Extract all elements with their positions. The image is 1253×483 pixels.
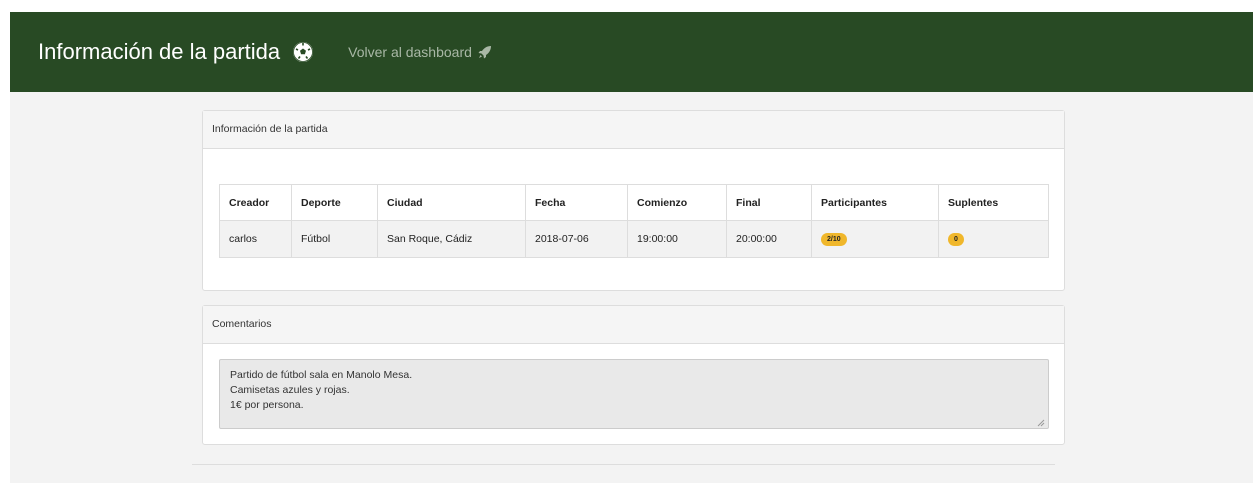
cell-final: 20:00:00	[726, 220, 812, 258]
cell-fecha: 2018-07-06	[525, 220, 628, 258]
comment-line: Partido de fútbol sala en Manolo Mesa.	[230, 369, 413, 381]
column-header-deporte: Deporte	[291, 184, 378, 221]
back-to-dashboard-label: Volver al dashboard	[348, 44, 472, 60]
comment-line: 1€ por persona.	[230, 399, 304, 411]
comments-panel: Comentarios Partido de fútbol sala en Ma…	[202, 305, 1065, 445]
comments-textarea[interactable]: Partido de fútbol sala en Manolo Mesa. C…	[219, 359, 1049, 429]
cell-deporte: Fútbol	[291, 220, 378, 258]
table-header-row: Creador Deporte Ciudad Fecha Comienzo Fi…	[219, 184, 1049, 221]
table-row: carlos Fútbol San Roque, Cádiz 2018-07-0…	[219, 220, 1049, 258]
back-to-dashboard-link[interactable]: Volver al dashboard	[348, 44, 492, 60]
cell-creador: carlos	[219, 220, 292, 258]
column-header-final: Final	[726, 184, 812, 221]
page: Información de la partida Volver al dash…	[10, 12, 1253, 483]
divider	[192, 464, 1055, 465]
cell-participantes: 2/10	[811, 220, 939, 258]
column-header-comienzo: Comienzo	[627, 184, 727, 221]
participants-badge: 2/10	[821, 233, 847, 246]
column-header-participantes: Participantes	[811, 184, 939, 221]
column-header-fecha: Fecha	[525, 184, 628, 221]
comments-panel-heading: Comentarios	[203, 306, 1064, 344]
cell-suplentes: 0	[938, 220, 1049, 258]
column-header-creador: Creador	[219, 184, 292, 221]
column-header-ciudad: Ciudad	[377, 184, 526, 221]
cell-comienzo: 19:00:00	[627, 220, 727, 258]
page-title-text: Información de la partida	[38, 39, 281, 64]
soccer-ball-icon	[292, 41, 314, 63]
game-info-panel-heading: Información de la partida	[203, 111, 1064, 149]
game-info-table: Creador Deporte Ciudad Fecha Comienzo Fi…	[219, 184, 1049, 258]
cell-ciudad: San Roque, Cádiz	[377, 220, 526, 258]
comment-line: Camisetas azules y rojas.	[230, 384, 350, 396]
navbar: Información de la partida Volver al dash…	[10, 12, 1253, 92]
substitutes-badge: 0	[948, 233, 964, 246]
page-title: Información de la partida	[38, 39, 314, 65]
resize-grip-icon[interactable]	[1037, 417, 1045, 427]
game-info-panel: Información de la partida Creador Deport…	[202, 110, 1065, 291]
rocket-icon	[478, 45, 492, 59]
column-header-suplentes: Suplentes	[938, 184, 1049, 221]
